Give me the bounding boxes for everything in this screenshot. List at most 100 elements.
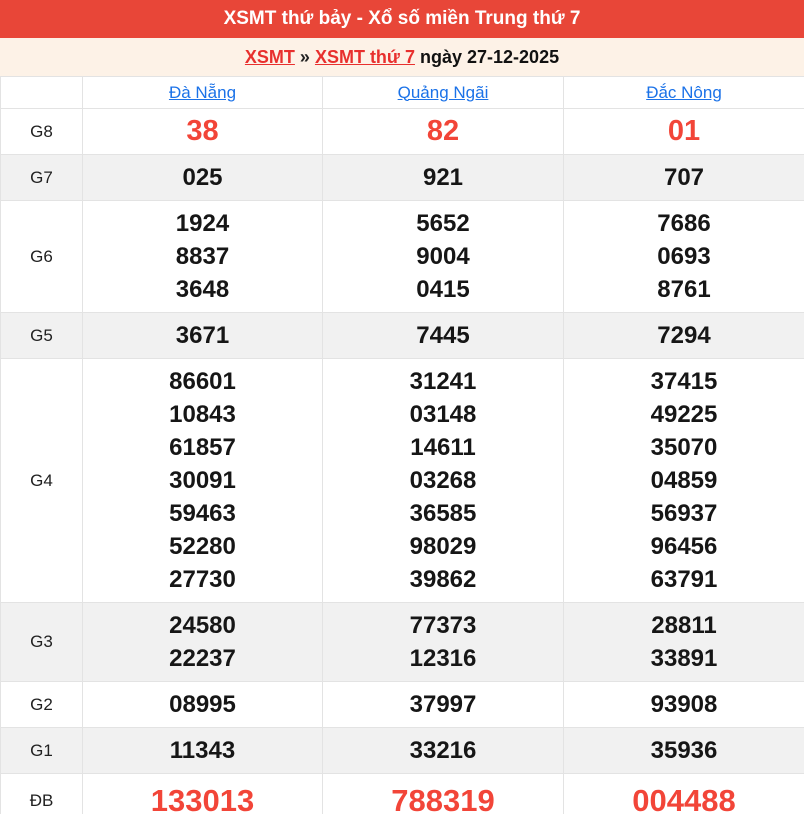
prize-number: 921 — [323, 161, 563, 194]
prize-number: 37415 — [564, 365, 804, 398]
prize-cell-g4-col3: 37415492253507004859569379645663791 — [564, 359, 804, 603]
prize-cell-g4-col1: 86601108436185730091594635228027730 — [83, 359, 323, 603]
breadcrumb-date: ngày 27-12-2025 — [415, 47, 559, 67]
results-tbody: G8388201G7025921707G61924883736485652900… — [1, 109, 804, 814]
prize-column-header — [1, 77, 83, 109]
prize-number: 04859 — [564, 464, 804, 497]
prize-number: 37997 — [323, 688, 563, 721]
prize-number: 77373 — [323, 609, 563, 642]
breadcrumb-separator: » — [300, 47, 310, 67]
prize-number: 61857 — [83, 431, 322, 464]
prize-cell-g2-col3: 93908 — [564, 682, 804, 728]
prize-cell-g7-col3: 707 — [564, 155, 804, 201]
prize-number: 788319 — [323, 780, 563, 814]
prize-number: 9004 — [323, 240, 563, 273]
column-header-3: Đắc Nông — [564, 77, 804, 109]
prize-cell-g2-col1: 08995 — [83, 682, 323, 728]
prize-number: 03148 — [323, 398, 563, 431]
prize-cell-g4-col2: 31241031481461103268365859802939862 — [323, 359, 564, 603]
prize-label-db: ĐB — [1, 774, 83, 814]
prize-cell-db-col2: 788319 — [323, 774, 564, 814]
page-title: XSMT thứ bảy - Xổ số miền Trung thứ 7 — [0, 0, 804, 38]
prize-number: 8761 — [564, 273, 804, 306]
prize-cell-g3-col2: 7737312316 — [323, 603, 564, 682]
prize-cell-g5-col2: 7445 — [323, 313, 564, 359]
prize-number: 707 — [564, 161, 804, 194]
prize-row-g3: G3245802223777373123162881133891 — [1, 603, 804, 682]
prize-row-g1: G1113433321635936 — [1, 728, 804, 774]
prize-number: 93908 — [564, 688, 804, 721]
prize-cell-g7-col1: 025 — [83, 155, 323, 201]
prize-number: 98029 — [323, 530, 563, 563]
prize-number: 31241 — [323, 365, 563, 398]
prize-row-g4: G486601108436185730091594635228027730312… — [1, 359, 804, 603]
prize-label-g5: G5 — [1, 313, 83, 359]
breadcrumb: XSMT»XSMT thứ 7 ngày 27-12-2025 — [0, 38, 804, 76]
prize-number: 7686 — [564, 207, 804, 240]
prize-cell-g8-col1: 38 — [83, 109, 323, 155]
prize-number: 39862 — [323, 563, 563, 596]
prize-number: 11343 — [83, 734, 322, 767]
prize-number: 22237 — [83, 642, 322, 675]
prize-label-g2: G2 — [1, 682, 83, 728]
prize-number: 35070 — [564, 431, 804, 464]
prize-row-g7: G7025921707 — [1, 155, 804, 201]
prize-cell-g8-col3: 01 — [564, 109, 804, 155]
prize-label-g1: G1 — [1, 728, 83, 774]
prize-number: 59463 — [83, 497, 322, 530]
prize-number: 38 — [83, 115, 322, 148]
prize-number: 14611 — [323, 431, 563, 464]
prize-cell-g6-col3: 768606938761 — [564, 201, 804, 313]
prize-number: 10843 — [83, 398, 322, 431]
prize-number: 004488 — [564, 780, 804, 814]
prize-number: 025 — [83, 161, 322, 194]
prize-cell-db-col3: 004488 — [564, 774, 804, 814]
prize-number: 8837 — [83, 240, 322, 273]
prize-cell-g1-col2: 33216 — [323, 728, 564, 774]
prize-number: 35936 — [564, 734, 804, 767]
prize-number: 12316 — [323, 642, 563, 675]
prize-cell-g1-col1: 11343 — [83, 728, 323, 774]
prize-number: 96456 — [564, 530, 804, 563]
column-header-row: Đà Nẵng Quảng Ngãi Đắc Nông — [1, 77, 804, 109]
prize-number: 133013 — [83, 780, 322, 814]
column-header-2: Quảng Ngãi — [323, 77, 564, 109]
province-link-3[interactable]: Đắc Nông — [646, 83, 722, 102]
prize-number: 3648 — [83, 273, 322, 306]
prize-number: 82 — [323, 115, 563, 148]
prize-number: 27730 — [83, 563, 322, 596]
prize-number: 0415 — [323, 273, 563, 306]
prize-number: 5652 — [323, 207, 563, 240]
prize-number: 08995 — [83, 688, 322, 721]
prize-number: 86601 — [83, 365, 322, 398]
prize-label-g8: G8 — [1, 109, 83, 155]
province-link-2[interactable]: Quảng Ngãi — [398, 83, 489, 102]
prize-cell-g3-col3: 2881133891 — [564, 603, 804, 682]
prize-number: 49225 — [564, 398, 804, 431]
prize-number: 63791 — [564, 563, 804, 596]
prize-row-g2: G2089953799793908 — [1, 682, 804, 728]
prize-number: 33891 — [564, 642, 804, 675]
breadcrumb-link-xsmt[interactable]: XSMT — [245, 47, 295, 67]
prize-label-g6: G6 — [1, 201, 83, 313]
province-link-1[interactable]: Đà Nẵng — [169, 83, 236, 102]
lottery-results-table: Đà NẵngQuảng NgãiĐắc Nông G8388201G70259… — [0, 76, 804, 814]
prize-number: 7445 — [323, 319, 563, 352]
prize-cell-g2-col2: 37997 — [323, 682, 564, 728]
prize-number: 01 — [564, 115, 804, 148]
prize-row-g5: G5367174457294 — [1, 313, 804, 359]
prize-cell-g6-col2: 565290040415 — [323, 201, 564, 313]
prize-number: 24580 — [83, 609, 322, 642]
prize-row-db: ĐB133013788319004488 — [1, 774, 804, 814]
prize-number: 1924 — [83, 207, 322, 240]
prize-cell-g5-col3: 7294 — [564, 313, 804, 359]
prize-number: 56937 — [564, 497, 804, 530]
prize-cell-db-col1: 133013 — [83, 774, 323, 814]
breadcrumb-link-xsmt-thu-7[interactable]: XSMT thứ 7 — [315, 47, 415, 67]
column-header-1: Đà Nẵng — [83, 77, 323, 109]
prize-number: 28811 — [564, 609, 804, 642]
prize-number: 52280 — [83, 530, 322, 563]
prize-label-g7: G7 — [1, 155, 83, 201]
prize-number: 7294 — [564, 319, 804, 352]
prize-row-g6: G6192488373648565290040415768606938761 — [1, 201, 804, 313]
